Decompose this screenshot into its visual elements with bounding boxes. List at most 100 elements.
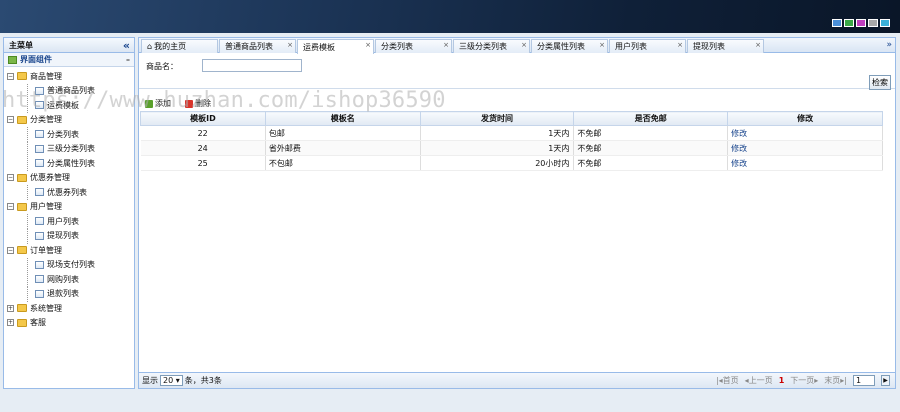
theme-swatch-cyan[interactable] xyxy=(880,19,890,27)
product-name-input[interactable] xyxy=(202,59,302,72)
cell-name: 包邮 xyxy=(265,125,421,141)
cell-free: 不免邮 xyxy=(573,155,729,171)
table-row[interactable]: 22 包邮 1天内 不免邮 修改 xyxy=(140,125,883,141)
tree-connector xyxy=(27,156,28,171)
column-header-free[interactable]: 是否免邮 xyxy=(573,111,729,126)
cell-id: 22 xyxy=(140,125,266,141)
theme-swatch-gray[interactable] xyxy=(868,19,878,27)
sidebar-group[interactable]: − 分类管理 xyxy=(4,113,134,128)
next-page-button[interactable]: 下一页▸ xyxy=(790,375,818,386)
list-icon xyxy=(35,260,44,269)
tab[interactable]: 分类属性列表 × xyxy=(531,39,608,53)
tab[interactable]: 普通商品列表 × xyxy=(219,39,296,53)
close-icon[interactable]: × xyxy=(443,41,449,49)
close-icon[interactable]: × xyxy=(365,41,371,49)
sidebar-item[interactable]: 优惠券列表 xyxy=(4,185,134,200)
theme-swatch-blue[interactable] xyxy=(832,19,842,27)
delete-button[interactable]: 删除 xyxy=(185,98,211,109)
collapse-toggle-icon[interactable]: − xyxy=(7,174,14,182)
page-number-input[interactable]: 1 xyxy=(853,375,875,386)
tab[interactable]: 分类列表 × xyxy=(375,39,452,53)
expand-toggle-icon[interactable]: + xyxy=(7,319,14,327)
sidebar-header: 主菜单 « xyxy=(4,38,134,53)
list-icon xyxy=(35,231,44,240)
close-icon[interactable]: × xyxy=(521,41,527,49)
tab[interactable]: 三级分类列表 × xyxy=(453,39,530,53)
cell-time: 1天内 xyxy=(420,140,575,156)
edit-link[interactable]: 修改 xyxy=(727,140,883,156)
list-icon xyxy=(35,144,44,153)
table-row[interactable]: 24 省外邮费 1天内 不免邮 修改 xyxy=(140,140,883,156)
main-panel: ⌂ 我的主页 普通商品列表 × 运费模板 × 分类列表 × 三级分类列表 × 分类属性列表 × 用户列表… xyxy=(138,37,896,389)
sidebar-item[interactable]: 运费模板 xyxy=(4,98,134,113)
add-button[interactable]: 添加 xyxy=(145,98,171,109)
tree-connector xyxy=(27,272,28,287)
last-page-button[interactable]: 末页▸| xyxy=(824,375,847,386)
close-icon[interactable]: × xyxy=(677,41,683,49)
sidebar-group[interactable]: − 用户管理 xyxy=(4,200,134,215)
sidebar-item[interactable]: 网购列表 xyxy=(4,272,134,287)
list-icon xyxy=(35,289,44,298)
double-chevron-down-icon[interactable]: » xyxy=(886,40,892,50)
sidebar-item[interactable]: 三级分类列表 xyxy=(4,141,134,157)
double-chevron-left-icon[interactable]: « xyxy=(123,40,130,51)
sidebar-item[interactable]: 现场支付列表 xyxy=(4,257,134,273)
first-page-button[interactable]: |◂首页 xyxy=(716,375,739,386)
cell-id: 25 xyxy=(140,155,266,171)
sidebar-group-label: 系统管理 xyxy=(30,303,62,313)
edit-link[interactable]: 修改 xyxy=(727,125,883,141)
edit-link[interactable]: 修改 xyxy=(727,155,883,171)
sidebar-group[interactable]: − 商品管理 xyxy=(4,69,134,84)
sidebar-item[interactable]: 分类属性列表 xyxy=(4,156,134,171)
column-header-name[interactable]: 模板名 xyxy=(264,111,421,126)
collapse-toggle-icon[interactable]: − xyxy=(7,116,14,124)
cell-name: 不包邮 xyxy=(265,155,421,171)
sidebar-item[interactable]: 用户列表 xyxy=(4,214,134,229)
expand-toggle-icon[interactable]: + xyxy=(7,304,14,312)
pager-nav: |◂首页 ◂上一页 1 下一页▸ 末页▸| 1 ▶ xyxy=(716,375,890,386)
sidebar-group[interactable]: − 订单管理 xyxy=(4,243,134,258)
sidebar-item[interactable]: 退款列表 xyxy=(4,286,134,302)
close-icon[interactable]: × xyxy=(755,41,761,49)
sidebar-item-label: 现场支付列表 xyxy=(47,260,95,270)
column-header-time[interactable]: 发货时间 xyxy=(419,111,575,126)
sidebar-item[interactable]: 普通商品列表 xyxy=(4,83,134,99)
tab-label: 用户列表 xyxy=(615,42,647,51)
close-icon[interactable]: × xyxy=(287,41,293,49)
theme-swatch-purple[interactable] xyxy=(856,19,866,27)
column-header-id[interactable]: 模板ID xyxy=(140,111,266,126)
column-header-edit[interactable]: 修改 xyxy=(727,111,883,126)
tree-connector xyxy=(27,185,28,200)
delete-icon xyxy=(185,99,193,108)
next-page-icon: ▸ xyxy=(814,376,819,385)
sidebar-item[interactable]: 分类列表 xyxy=(4,127,134,142)
tab[interactable]: 提现列表 × xyxy=(687,39,764,53)
sidebar-group[interactable]: + 客服 xyxy=(4,316,134,331)
folder-icon xyxy=(17,304,27,313)
collapse-toggle-icon[interactable]: − xyxy=(7,246,14,254)
sidebar-group[interactable]: − 优惠券管理 xyxy=(4,171,134,186)
sidebar-group[interactable]: + 系统管理 xyxy=(4,301,134,316)
tab[interactable]: 用户列表 × xyxy=(609,39,686,53)
folder-icon xyxy=(17,115,27,124)
tab[interactable]: ⌂ 我的主页 xyxy=(141,39,218,53)
list-icon xyxy=(35,159,44,168)
sidebar-title: 主菜单 xyxy=(9,40,33,50)
sidebar-section-header[interactable]: 界面组件 – xyxy=(4,53,134,67)
sidebar-item-label: 运费模板 xyxy=(47,100,79,110)
prev-page-label: 上一页 xyxy=(748,376,773,385)
search-button[interactable]: 检索 xyxy=(869,75,891,90)
close-icon[interactable]: × xyxy=(599,41,605,49)
theme-swatch-green[interactable] xyxy=(844,19,854,27)
data-grid: 模板ID 模板名 发货时间 是否免邮 修改 22 包邮 1天内 不免邮 修改 24 省外邮费… xyxy=(140,111,883,171)
collapse-toggle-icon[interactable]: − xyxy=(7,72,14,80)
tab-label: 分类列表 xyxy=(381,42,413,51)
table-row[interactable]: 25 不包邮 20小时内 不免邮 修改 xyxy=(140,155,883,171)
go-page-button[interactable]: ▶ xyxy=(881,375,890,386)
prev-page-button[interactable]: ◂上一页 xyxy=(745,375,773,386)
sidebar-item[interactable]: 提现列表 xyxy=(4,228,134,244)
page-size-select[interactable]: 20 ▾ xyxy=(160,375,183,386)
collapse-toggle-icon[interactable]: − xyxy=(7,203,14,211)
minus-icon[interactable]: – xyxy=(126,55,130,64)
tab[interactable]: 运费模板 × xyxy=(297,39,374,54)
